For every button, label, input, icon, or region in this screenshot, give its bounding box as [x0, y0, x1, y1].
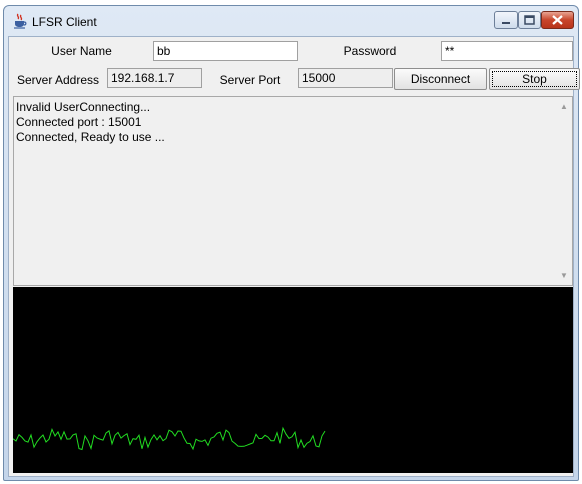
log-line: Connected, Ready to use ... — [16, 130, 165, 144]
maximize-icon — [524, 15, 535, 25]
server-address-label: Server Address — [16, 73, 100, 87]
scroll-up-arrow-icon[interactable]: ▲ — [559, 102, 569, 112]
client-area: User Name Password Server Address Server… — [8, 36, 580, 477]
waveform-trace — [12, 426, 326, 451]
password-field[interactable] — [441, 41, 573, 61]
scroll-down-arrow-icon[interactable]: ▼ — [559, 271, 569, 281]
log-line: Connected port : 15001 — [16, 115, 142, 129]
server-port-field[interactable] — [298, 68, 393, 88]
stop-button[interactable]: Stop — [489, 68, 580, 90]
maximize-button[interactable] — [518, 11, 541, 29]
minimize-icon — [502, 22, 510, 24]
java-coffee-icon — [14, 13, 27, 29]
waveform-display — [12, 287, 573, 473]
server-port-label: Server Port — [219, 73, 281, 87]
log-text-area[interactable]: Invalid UserConnecting... Connected port… — [13, 96, 573, 286]
waveform-canvas — [12, 426, 326, 451]
close-button[interactable] — [541, 11, 574, 29]
close-icon — [552, 15, 563, 25]
window-title: LFSR Client — [32, 15, 97, 29]
log-line: Invalid UserConnecting... — [16, 100, 151, 114]
app-window: LFSR Client User Name Password Server Ad… — [3, 5, 580, 481]
title-bar[interactable]: LFSR Client — [4, 6, 578, 36]
username-label: User Name — [51, 44, 112, 58]
server-address-field[interactable] — [107, 68, 202, 88]
password-label: Password — [343, 44, 397, 58]
disconnect-button[interactable]: Disconnect — [394, 68, 487, 90]
username-field[interactable] — [153, 41, 298, 61]
minimize-button[interactable] — [494, 11, 518, 29]
